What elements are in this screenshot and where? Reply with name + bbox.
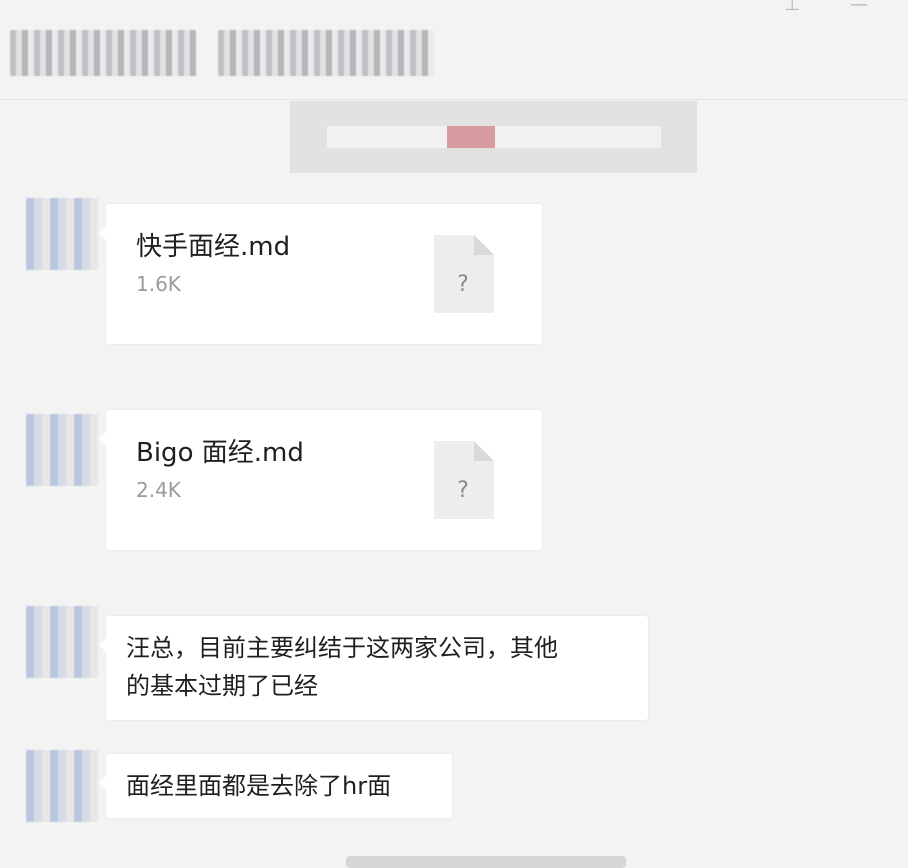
notice-segment: [326, 126, 447, 148]
notice-segment: [494, 126, 661, 148]
file-name: Bigo 面经.md: [136, 438, 304, 468]
avatar[interactable]: [26, 414, 98, 486]
blurred-name: [10, 30, 196, 76]
svg-text:?: ?: [457, 478, 469, 503]
file-size: 1.6K: [136, 272, 181, 296]
avatar[interactable]: [26, 750, 98, 822]
file-message-bubble[interactable]: Bigo 面经.md 2.4K ?: [99, 410, 542, 550]
svg-text:?: ?: [457, 272, 469, 297]
scroll-hint-bar: [346, 856, 626, 868]
avatar[interactable]: [26, 606, 98, 678]
notice-red-segment: [446, 126, 495, 148]
text-message-bubble[interactable]: 面经里面都是去除了hr面: [99, 754, 452, 818]
blurred-subtitle: [218, 30, 434, 76]
message-line: 汪总，目前主要纠结于这两家公司，其他: [126, 634, 558, 662]
message-line: 面经里面都是去除了hr面: [126, 772, 392, 800]
avatar[interactable]: [26, 198, 98, 270]
file-name: 快手面经.md: [136, 232, 291, 262]
window-controls: ⊥ —: [784, 0, 868, 15]
minimize-icon[interactable]: —: [850, 0, 868, 15]
chat-title-blurred: [10, 30, 460, 76]
blurred-notice: [290, 101, 697, 173]
pin-icon[interactable]: ⊥: [784, 0, 800, 15]
text-message-bubble[interactable]: 汪总，目前主要纠结于这两家公司，其他 的基本过期了已经: [99, 616, 648, 720]
unknown-file-icon: ?: [434, 235, 494, 313]
file-message-bubble[interactable]: 快手面经.md 1.6K ?: [99, 204, 542, 344]
chat-header: ⊥ —: [0, 0, 908, 100]
message-line: 的基本过期了已经: [126, 672, 318, 700]
unknown-file-icon: ?: [434, 441, 494, 519]
file-size: 2.4K: [136, 478, 181, 502]
